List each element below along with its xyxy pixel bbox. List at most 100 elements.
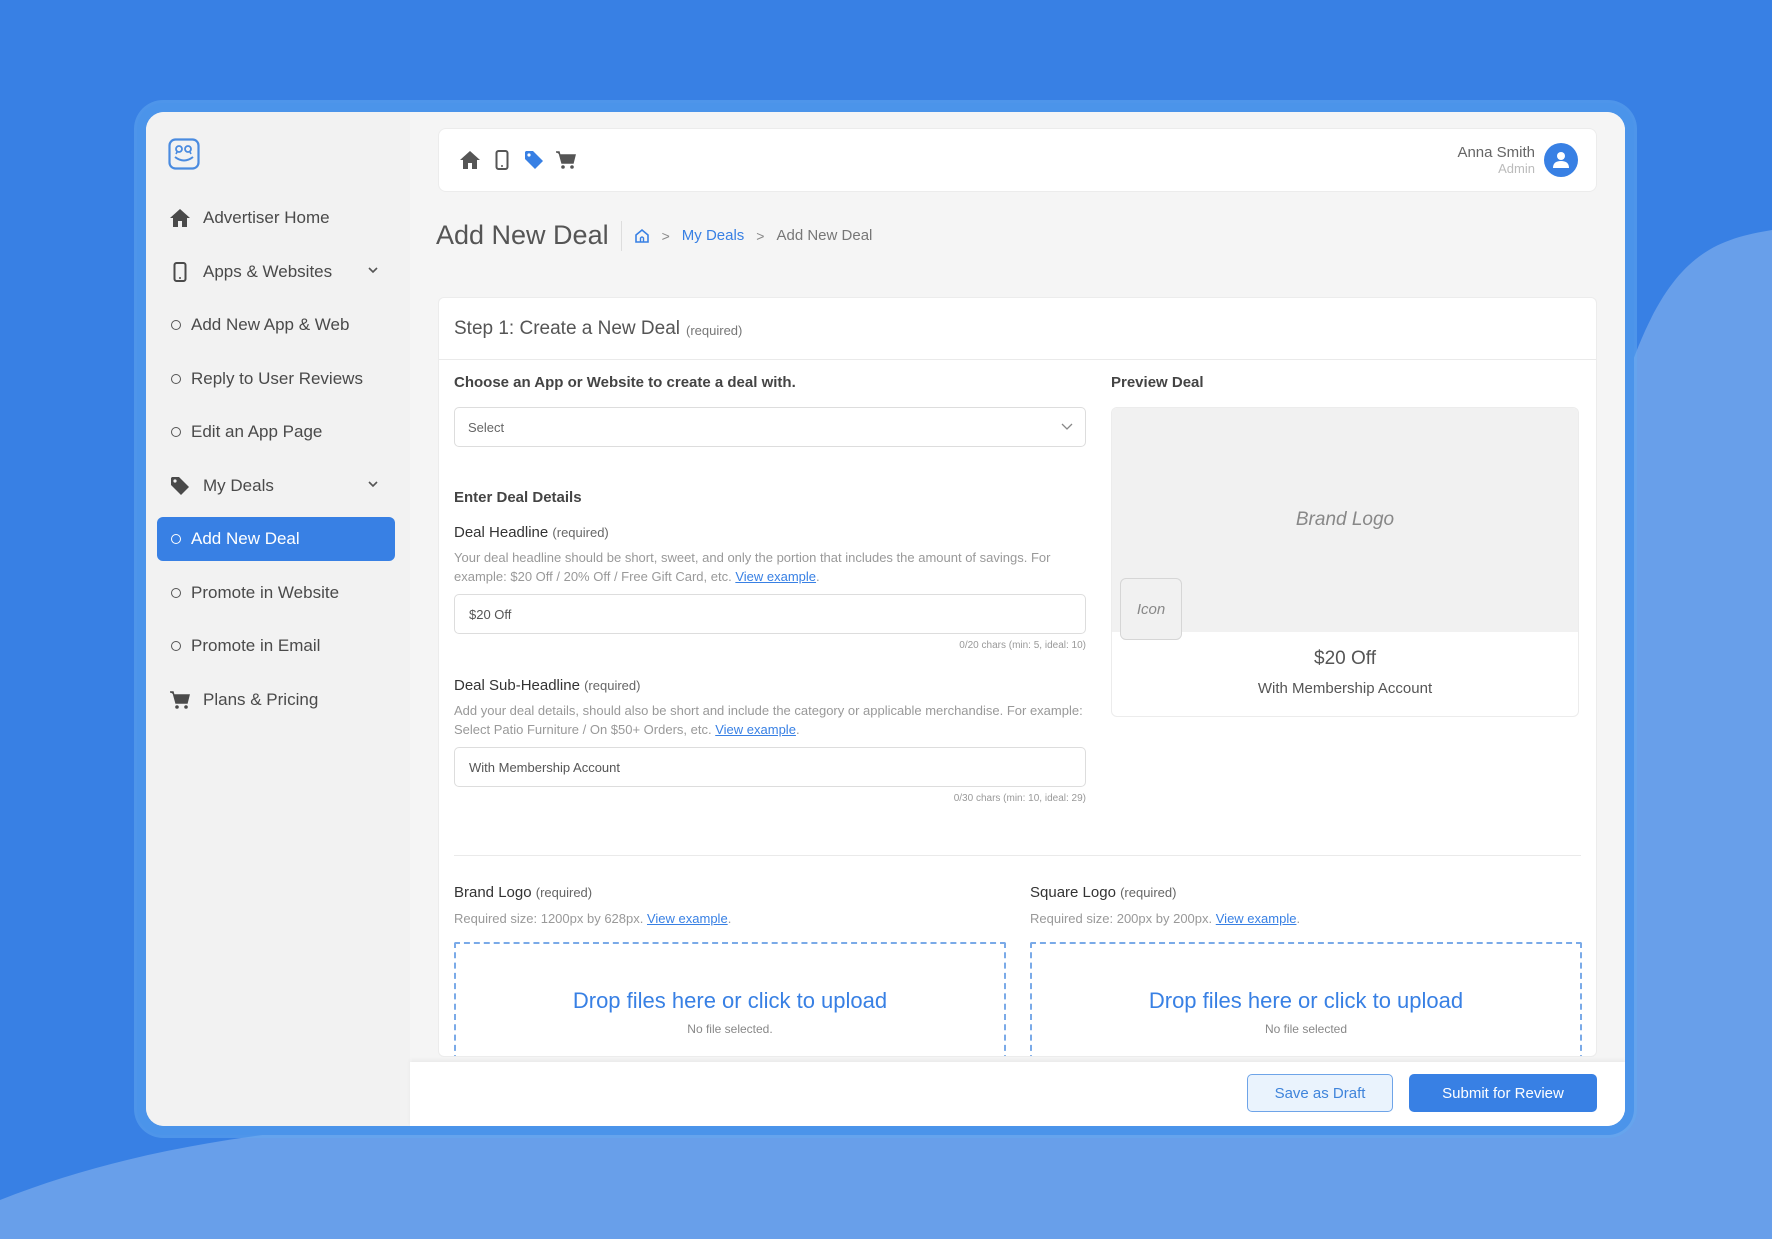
tag-icon <box>169 476 191 496</box>
square-logo-label-text: Square Logo <box>1030 884 1116 901</box>
breadcrumb-separator: > <box>661 227 670 244</box>
square-logo-dropzone[interactable]: Drop files here or click to upload No fi… <box>1030 942 1582 1056</box>
sidebar-item-advertiser-home[interactable]: Advertiser Home <box>157 196 395 240</box>
chevron-down-icon[interactable] <box>367 478 379 490</box>
subheadline-char-counter: 0/30 chars (min: 10, ideal: 29) <box>953 793 1086 804</box>
breadcrumb-my-deals[interactable]: My Deals <box>682 227 745 244</box>
circle-icon <box>171 587 181 598</box>
subheadline-help: Add your deal details, should also be sh… <box>454 703 1083 737</box>
sidebar-item-my-deals[interactable]: My Deals <box>157 464 395 508</box>
brand-logo-view-example-link[interactable]: View example <box>647 911 728 926</box>
step-title: Step 1: Create a New Deal <box>454 317 681 339</box>
headline-help: Your deal headline should be short, swee… <box>454 550 1051 584</box>
square-logo-help: Required size: 200px by 200px. View exam… <box>1030 911 1301 926</box>
square-logo-section: Square Logo (required) Required size: 20… <box>1030 884 1582 1056</box>
preview-icon-placeholder: Icon <box>1120 578 1182 640</box>
submit-review-button[interactable]: Submit for Review <box>1409 1074 1597 1112</box>
mobile-icon[interactable] <box>489 148 515 172</box>
subheadline-required: (required) <box>584 678 641 693</box>
sidebar-item-add-new-deal[interactable]: Add New Deal <box>157 517 395 561</box>
divider <box>620 220 622 251</box>
sidebar-item-label: Promote in Email <box>191 636 321 655</box>
brand-logo-label-text: Brand Logo <box>454 884 532 901</box>
subheadline-label: Deal Sub-Headline (required) <box>454 677 1086 694</box>
cart-icon[interactable] <box>553 148 579 172</box>
choose-app-label: Choose an App or Website to create a dea… <box>454 374 796 391</box>
headline-label: Deal Headline (required) <box>454 524 1086 541</box>
file-status: No file selected <box>1264 1022 1348 1036</box>
preview-label: Preview Deal <box>1111 374 1204 391</box>
headline-label-text: Deal Headline <box>454 524 549 541</box>
circle-icon <box>171 320 181 330</box>
smiley-logo-icon[interactable] <box>168 138 200 170</box>
sidebar-item-label: Plans & Pricing <box>203 689 319 709</box>
sidebar-item-promote-email[interactable]: Promote in Email <box>157 624 395 668</box>
sidebar-item-label: Advertiser Home <box>203 208 330 227</box>
create-deal-card: Step 1: Create a New Deal (required) Cho… <box>438 297 1597 1057</box>
action-footer: Save as Draft Submit for Review <box>410 1062 1625 1126</box>
sidebar-item-plans-pricing[interactable]: Plans & Pricing <box>157 678 395 722</box>
section-divider <box>454 855 1581 856</box>
subheadline-view-example-link[interactable]: View example <box>715 722 796 737</box>
user-name: Anna Smith <box>1457 144 1535 161</box>
sidebar-item-label: Promote in Website <box>191 582 340 602</box>
file-status: No file selected. <box>687 1022 773 1036</box>
sidebar-item-label: Apps & Websites <box>203 261 333 281</box>
home-icon <box>169 208 191 228</box>
sidebar-item-apps-websites[interactable]: Apps & Websites <box>157 250 395 294</box>
cart-icon <box>169 690 191 710</box>
home-icon[interactable] <box>457 148 483 172</box>
page-header: Add New Deal > My Deals > Add New Deal <box>436 220 872 251</box>
breadcrumb-current: Add New Deal <box>776 227 873 244</box>
user-role: Admin <box>1498 161 1535 176</box>
top-bar: Anna Smith Admin <box>438 128 1597 192</box>
app-select-value: Select <box>468 419 505 435</box>
breadcrumb: > My Deals > Add New Deal <box>634 227 873 244</box>
headline-view-example-link[interactable]: View example <box>735 569 816 584</box>
brand-logo-help-text: Required size: 1200px by 628px. <box>454 911 644 926</box>
circle-icon <box>171 534 181 544</box>
square-logo-label: Square Logo (required) <box>1030 884 1582 901</box>
sidebar-item-add-new-app-web[interactable]: Add New App & Web <box>157 303 395 347</box>
sidebar-item-label: Edit an App Page <box>191 422 323 441</box>
avatar[interactable] <box>1544 143 1578 177</box>
sidebar-nav: Advertiser Home Apps & Websites Add New … <box>157 196 395 731</box>
brand-logo-dropzone[interactable]: Drop files here or click to upload No fi… <box>454 942 1006 1056</box>
deal-details-heading: Enter Deal Details <box>454 489 582 506</box>
sidebar-item-promote-website[interactable]: Promote in Website <box>157 571 395 615</box>
brand-logo-required: (required) <box>535 885 593 900</box>
preview-headline: $20 Off <box>1314 648 1376 669</box>
brand-logo-label: Brand Logo (required) <box>454 884 1006 901</box>
deal-preview: Preview Deal Brand Logo Icon $20 Off Wit… <box>1111 374 1579 717</box>
app-select[interactable]: Select <box>454 407 1086 447</box>
preview-subheadline: With Membership Account <box>1257 680 1433 697</box>
app-window: Advertiser Home Apps & Websites Add New … <box>146 112 1625 1126</box>
save-draft-button[interactable]: Save as Draft <box>1247 1074 1393 1112</box>
dropzone-text: Drop files here or click to upload <box>572 988 888 1013</box>
square-logo-view-example-link[interactable]: View example <box>1216 911 1297 926</box>
main-content: Anna Smith Admin Add New Deal > My Deals… <box>410 112 1625 1126</box>
breadcrumb-home-icon[interactable] <box>634 228 650 244</box>
subheadline-input[interactable]: With Membership Account <box>454 747 1086 787</box>
sidebar: Advertiser Home Apps & Websites Add New … <box>146 112 410 1126</box>
brand-logo-section: Brand Logo (required) Required size: 120… <box>454 884 1006 1056</box>
circle-icon <box>171 373 181 384</box>
chevron-down-icon <box>1061 423 1073 430</box>
card-header: Step 1: Create a New Deal (required) <box>439 298 1596 360</box>
square-logo-required: (required) <box>1120 885 1177 900</box>
sidebar-item-label: Reply to User Reviews <box>191 368 363 388</box>
preview-card: Brand Logo Icon $20 Off With Membership … <box>1111 407 1579 717</box>
sidebar-item-edit-app-page[interactable]: Edit an App Page <box>157 410 395 454</box>
square-logo-help-text: Required size: 200px by 200px. <box>1030 911 1213 926</box>
tag-icon[interactable] <box>521 148 547 172</box>
deal-form: Choose an App or Website to create a dea… <box>454 374 1086 804</box>
mobile-icon <box>169 261 191 282</box>
user-menu[interactable]: Anna Smith Admin <box>1457 143 1578 177</box>
chevron-down-icon[interactable] <box>367 264 379 276</box>
brand-logo-help: Required size: 1200px by 628px. View exa… <box>454 911 732 926</box>
step-required: (required) <box>686 322 743 338</box>
circle-icon <box>171 427 181 437</box>
sidebar-item-reply-reviews[interactable]: Reply to User Reviews <box>157 357 395 401</box>
breadcrumb-separator: > <box>756 227 765 244</box>
headline-input[interactable]: $20 Off <box>454 594 1086 634</box>
